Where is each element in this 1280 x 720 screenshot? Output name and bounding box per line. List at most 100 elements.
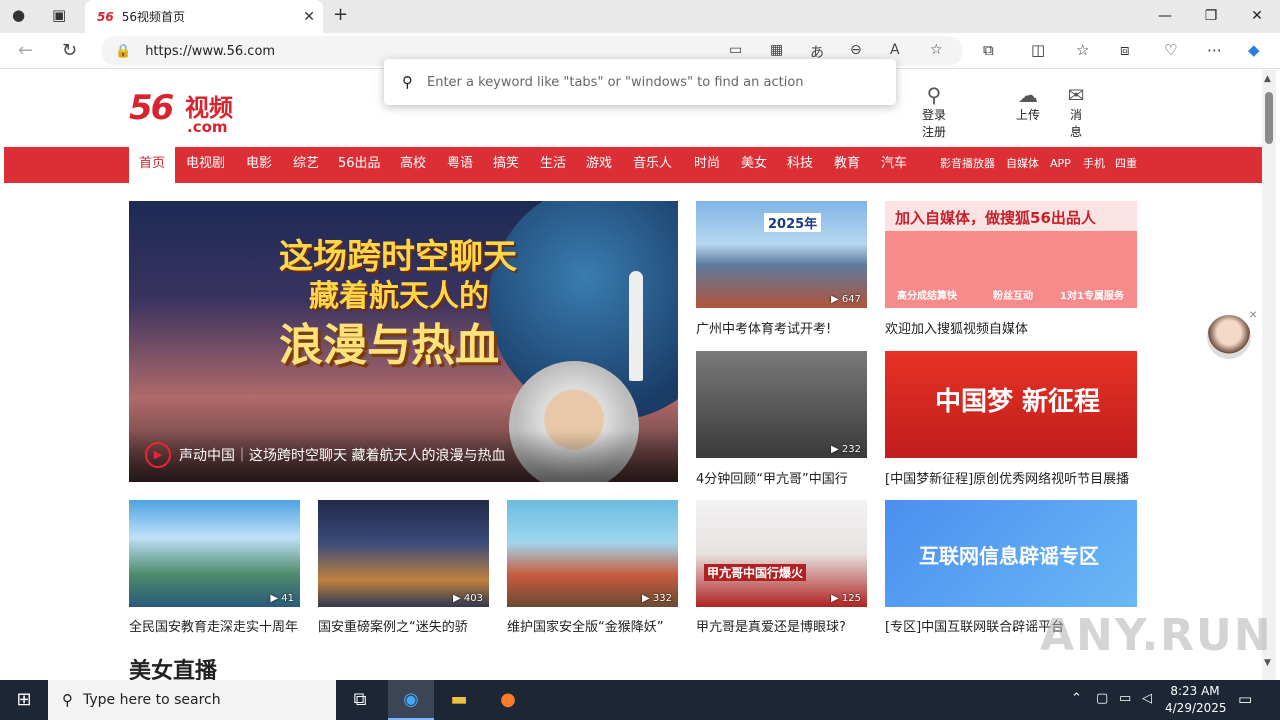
refresh-icon[interactable]: ↻ [62, 40, 77, 61]
register-label[interactable]: 注册 [922, 125, 946, 139]
login-button[interactable]: ⚲ 登录 注册 [914, 84, 954, 140]
close-icon[interactable]: ✕ [1249, 310, 1257, 321]
nav-item[interactable]: 电影 [246, 147, 272, 183]
nav-item[interactable]: 生活 [540, 147, 566, 183]
task-view-icon[interactable]: ⧉ [337, 680, 383, 720]
nav-item[interactable]: 高校 [400, 147, 426, 183]
network-icon[interactable]: ▭ [1119, 691, 1131, 706]
floating-avatar[interactable] [1207, 315, 1251, 359]
nav-extra-app[interactable]: APP [1050, 147, 1071, 183]
nav-item[interactable]: 时尚 [694, 147, 720, 183]
tab-actions-icon[interactable]: ▣ [52, 6, 66, 24]
messages-button[interactable]: ✉ 消 息 [1056, 84, 1096, 140]
taskbar-clock[interactable]: 8:23 AM 4/29/2025 [1165, 683, 1227, 717]
windows-start-icon[interactable]: ⊞ [0, 680, 48, 720]
video-thumbnail[interactable]: 甲亢哥中国行爆火 ▶ 125 [696, 500, 867, 607]
back-icon[interactable]: ← [18, 40, 33, 61]
app-available-icon[interactable]: ▭ [729, 42, 742, 58]
video-thumbnail[interactable]: ▶ 41 [129, 500, 300, 607]
site-logo[interactable]: 56 视频 .com [129, 88, 233, 136]
video-caption[interactable]: 甲亢哥是真爱还是博眼球? [696, 616, 876, 635]
nav-item[interactable]: 教育 [834, 147, 860, 183]
notification-icon[interactable]: ▭ [1238, 690, 1252, 708]
volume-icon[interactable]: ◁ [1142, 691, 1152, 706]
nav-item[interactable]: 粤语 [447, 147, 473, 183]
grid-icon[interactable]: ▦ [770, 42, 783, 58]
nav-extra-media[interactable]: 自媒体 [1006, 147, 1039, 183]
nav-item[interactable]: 美女 [741, 147, 767, 183]
messages-label-2: 息 [1069, 125, 1082, 139]
firefox-icon[interactable]: ● [485, 680, 531, 720]
minimize-icon[interactable]: — [1142, 0, 1188, 33]
nav-item[interactable]: 音乐人 [633, 147, 672, 183]
clock-time: 8:23 AM [1170, 684, 1220, 698]
video-caption[interactable]: 4分钟回顾“甲亢哥”中国行 [696, 468, 867, 487]
thumb-overlay-text: 中国梦 新征程 [935, 387, 1101, 417]
upload-button[interactable]: ☁ 上传 [1008, 84, 1048, 123]
nav-extra-other[interactable]: 四重 [1115, 147, 1137, 183]
video-caption[interactable]: 维护国家安全版“金猴降妖” [507, 616, 687, 635]
nav-item[interactable]: 56出品 [338, 147, 381, 183]
close-window-icon[interactable]: ✕ [1234, 0, 1280, 33]
video-caption[interactable]: 国安重磅案例之“迷失的骄 [318, 616, 489, 635]
favorites-icon[interactable]: ☆ [1076, 41, 1089, 59]
video-thumbnail[interactable]: ▶ 403 [318, 500, 489, 607]
video-thumbnail[interactable]: ▶ 332 [507, 500, 678, 607]
video-caption[interactable]: 广州中考体育考试开考! [696, 318, 876, 337]
taskbar-search[interactable]: ⚲ Type here to search [48, 680, 336, 720]
view-count: ▶ 403 [453, 593, 483, 604]
read-aloud-icon[interactable]: A [890, 42, 900, 58]
nav-item[interactable]: 综艺 [293, 147, 319, 183]
edge-icon[interactable]: ◉ [388, 680, 434, 720]
hero-caption[interactable]: 声动中国｜这场跨时空聊天 藏着航天人的浪漫与热血 [179, 445, 505, 465]
video-caption[interactable]: 欢迎加入搜狐视频自媒体 [885, 318, 1137, 337]
promo-thumbnail[interactable]: 中国梦 新征程 [885, 351, 1137, 458]
scroll-thumb[interactable] [1265, 92, 1273, 144]
tab-close-icon[interactable]: ✕ [303, 9, 315, 25]
more-icon[interactable]: ⋯ [1207, 41, 1222, 59]
view-count-value: 403 [463, 593, 483, 604]
scroll-up-icon[interactable]: ▲ [1264, 74, 1271, 84]
page-scrollbar[interactable]: ▲ ▼ [1262, 70, 1276, 680]
promo-thumbnail[interactable]: 互联网信息辟谣专区 [885, 500, 1137, 607]
profile-icon[interactable]: ● [12, 6, 25, 24]
taskbar-search-placeholder: Type here to search [83, 692, 221, 708]
messages-label: 消 [1069, 108, 1082, 122]
split-screen-icon[interactable]: ◫ [1031, 41, 1045, 59]
video-caption[interactable]: [中国梦新征程]原创优秀网络视听节目展播 [885, 468, 1145, 487]
play-icon[interactable]: ▶ [145, 442, 171, 468]
nav-extra-mobile[interactable]: 手机 [1083, 147, 1105, 183]
tray-chevron-icon[interactable]: ⌃ [1071, 691, 1082, 706]
video-thumbnail[interactable]: 2025年 ▶ 647 [696, 201, 867, 308]
view-count: ▶ 332 [642, 593, 672, 604]
command-input[interactable]: Enter a keyword like "tabs" or "windows"… [427, 75, 804, 90]
zoom-icon[interactable]: ⊖ [850, 42, 862, 58]
hero-headline-3: 浪漫与热血 [279, 320, 499, 371]
collections-icon[interactable]: ⧈ [1120, 41, 1130, 59]
nav-item[interactable]: 汽车 [881, 147, 907, 183]
nav-item[interactable]: 游戏 [586, 147, 612, 183]
browser-tab-active[interactable]: 56 56视频首页 ✕ [85, 0, 323, 33]
copilot-icon[interactable]: ◆ [1248, 41, 1260, 59]
video-caption[interactable]: 全民国安教育走深走实十周年 [129, 616, 309, 635]
nav-item[interactable]: 电视剧 [186, 147, 225, 183]
file-explorer-icon[interactable]: ▬ [436, 680, 482, 720]
hero-banner[interactable]: 这场跨时空聊天 藏着航天人的 浪漫与热血 ▶ 声动中国｜这场跨时空聊天 藏着航天… [129, 201, 678, 482]
lock-icon[interactable]: 🔒 [115, 44, 131, 59]
nav-item[interactable]: 科技 [787, 147, 813, 183]
tray-device-icon[interactable]: ▢ [1096, 691, 1108, 706]
video-thumbnail[interactable]: ▶ 232 [696, 351, 867, 458]
url-text: https://www.56.com [145, 43, 276, 59]
nav-extra-player[interactable]: 影音播放器 [940, 147, 995, 183]
extensions-icon[interactable]: ⧉ [983, 41, 994, 59]
nav-item[interactable]: 搞笑 [493, 147, 519, 183]
promo-sub: 粉丝互动 [993, 291, 1033, 302]
favorite-star-icon[interactable]: ☆ [930, 42, 943, 58]
nav-item-home[interactable]: 首页 [129, 147, 176, 183]
new-tab-icon[interactable]: + [333, 4, 348, 25]
promo-thumbnail[interactable]: 加入自媒体，做搜狐56出品人 高分成结算快 粉丝互动 1对1专属服务 [885, 201, 1137, 308]
performance-icon[interactable]: ♡ [1164, 41, 1177, 59]
command-palette[interactable]: ⚲ Enter a keyword like "tabs" or "window… [384, 59, 896, 105]
thumb-overlay-text: 甲亢哥中国行爆火 [704, 564, 807, 581]
maximize-icon[interactable]: ❐ [1188, 0, 1234, 33]
